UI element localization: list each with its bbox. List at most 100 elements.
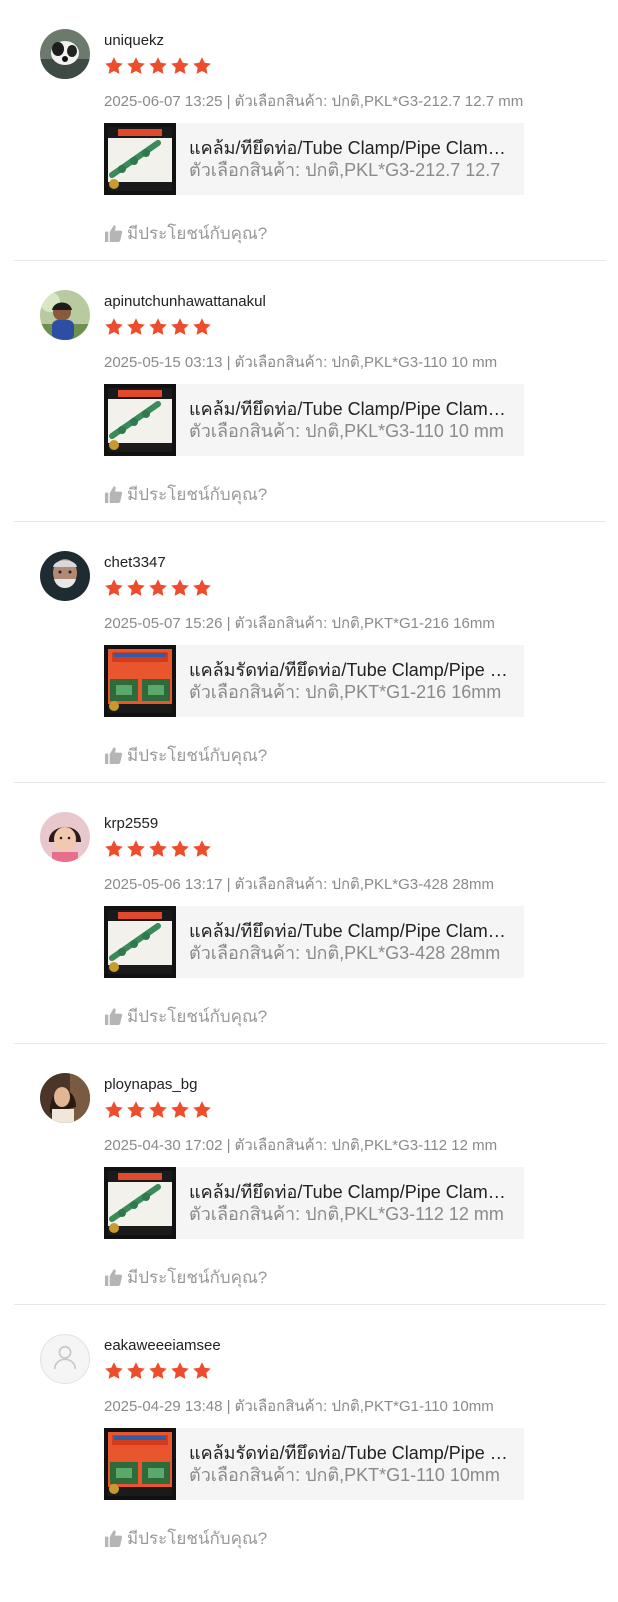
helpful-label: มีประโยชน์กับคุณ?	[127, 485, 268, 504]
reviewer-username[interactable]: chet3347	[104, 554, 166, 571]
star-icon	[104, 317, 124, 337]
rating-stars	[104, 839, 212, 859]
avatar[interactable]	[40, 1334, 90, 1384]
thumbs-up-icon	[104, 485, 123, 504]
helpful-button[interactable]: มีประโยชน์กับคุณ?	[104, 220, 267, 247]
review-item: chet3347 2025-05-07 15:26 | ตัวเลือกสินค…	[0, 522, 618, 783]
reviewer-username[interactable]: eakaweeeiamsee	[104, 1337, 221, 1354]
rating-stars	[104, 1361, 212, 1381]
review-meta: 2025-04-30 17:02 | ตัวเลือกสินค้า: ปกติ,…	[104, 1137, 498, 1154]
product-title: แคล้มรัดท่อ/ทียึดท่อ/Tube Clamp/Pipe …	[189, 1443, 508, 1463]
helpful-label: มีประโยชน์กับคุณ?	[127, 1007, 268, 1026]
star-icon	[148, 578, 168, 598]
helpful-button[interactable]: มีประโยชน์กับคุณ?	[104, 1003, 267, 1030]
star-icon	[148, 1100, 168, 1120]
helpful-button[interactable]: มีประโยชน์กับคุณ?	[104, 481, 267, 508]
thumbs-up-icon	[104, 1529, 123, 1548]
user-icon	[51, 1343, 79, 1376]
star-icon	[192, 317, 212, 337]
star-icon	[126, 56, 146, 76]
rating-stars	[104, 1100, 212, 1120]
avatar[interactable]	[40, 551, 90, 601]
product-variant: ตัวเลือกสินค้า: ปกติ,PKL*G3-428 28mm	[189, 943, 501, 963]
product-card[interactable]: แคล้มรัดท่อ/ทียึดท่อ/Tube Clamp/Pipe … ต…	[104, 645, 524, 717]
star-icon	[170, 578, 190, 598]
product-thumbnail[interactable]	[104, 1167, 176, 1239]
product-thumbnail[interactable]	[104, 384, 176, 456]
helpful-button[interactable]: มีประโยชน์กับคุณ?	[104, 1525, 267, 1552]
review-meta: 2025-06-07 13:25 | ตัวเลือกสินค้า: ปกติ,…	[104, 93, 524, 110]
rating-stars	[104, 317, 212, 337]
product-variant: ตัวเลือกสินค้า: ปกติ,PKT*G1-216 16mm	[189, 682, 502, 702]
star-icon	[192, 839, 212, 859]
product-thumbnail[interactable]	[104, 1428, 176, 1500]
star-icon	[192, 56, 212, 76]
helpful-label: มีประโยชน์กับคุณ?	[127, 746, 268, 765]
helpful-button[interactable]: มีประโยชน์กับคุณ?	[104, 1264, 267, 1291]
thumbs-up-icon	[104, 1007, 123, 1026]
product-card[interactable]: แคล้ม/ทียึดท่อ/Tube Clamp/Pipe Clam… ตัว…	[104, 1167, 524, 1239]
star-icon	[126, 839, 146, 859]
avatar[interactable]	[40, 812, 90, 862]
rating-stars	[104, 578, 212, 598]
review-item: uniquekz 2025-06-07 13:25 | ตัวเลือกสินค…	[0, 0, 618, 261]
star-icon	[104, 578, 124, 598]
reviewer-username[interactable]: apinutchunhawattanakul	[104, 293, 266, 310]
star-icon	[170, 1100, 190, 1120]
review-item: apinutchunhawattanakul 2025-05-15 03:13 …	[0, 261, 618, 522]
star-icon	[170, 56, 190, 76]
review-meta: 2025-05-15 03:13 | ตัวเลือกสินค้า: ปกติ,…	[104, 354, 498, 371]
helpful-button[interactable]: มีประโยชน์กับคุณ?	[104, 742, 267, 769]
thumbs-up-icon	[104, 746, 123, 765]
product-card[interactable]: แคล้ม/ทียึดท่อ/Tube Clamp/Pipe Clam… ตัว…	[104, 906, 524, 978]
star-icon	[148, 317, 168, 337]
rating-stars	[104, 56, 212, 76]
star-icon	[170, 1361, 190, 1381]
product-thumbnail[interactable]	[104, 645, 176, 717]
product-title: แคล้ม/ทียึดท่อ/Tube Clamp/Pipe Clam…	[189, 921, 506, 941]
product-title: แคล้ม/ทียึดท่อ/Tube Clamp/Pipe Clam…	[189, 138, 506, 158]
product-card[interactable]: แคล้ม/ทียึดท่อ/Tube Clamp/Pipe Clam… ตัว…	[104, 123, 524, 195]
helpful-label: มีประโยชน์กับคุณ?	[127, 224, 268, 243]
product-title: แคล้ม/ทียึดท่อ/Tube Clamp/Pipe Clam…	[189, 399, 506, 419]
helpful-label: มีประโยชน์กับคุณ?	[127, 1268, 268, 1287]
star-icon	[148, 839, 168, 859]
review-item: ploynapas_bg 2025-04-30 17:02 | ตัวเลือก…	[0, 1044, 618, 1305]
review-meta: 2025-05-07 15:26 | ตัวเลือกสินค้า: ปกติ,…	[104, 615, 495, 632]
product-card[interactable]: แคล้ม/ทียึดท่อ/Tube Clamp/Pipe Clam… ตัว…	[104, 384, 524, 456]
star-icon	[104, 1100, 124, 1120]
review-meta: 2025-04-29 13:48 | ตัวเลือกสินค้า: ปกติ,…	[104, 1398, 494, 1415]
star-icon	[192, 578, 212, 598]
avatar[interactable]	[40, 1073, 90, 1123]
star-icon	[192, 1100, 212, 1120]
avatar[interactable]	[40, 290, 90, 340]
product-variant: ตัวเลือกสินค้า: ปกติ,PKL*G3-212.7 12.7	[189, 160, 501, 180]
product-variant: ตัวเลือกสินค้า: ปกติ,PKL*G3-112 12 mm	[189, 1204, 504, 1224]
product-card[interactable]: แคล้มรัดท่อ/ทียึดท่อ/Tube Clamp/Pipe … ต…	[104, 1428, 524, 1500]
product-variant: ตัวเลือกสินค้า: ปกติ,PKT*G1-110 10mm	[189, 1465, 500, 1485]
reviewer-username[interactable]: ploynapas_bg	[104, 1076, 197, 1093]
star-icon	[148, 56, 168, 76]
star-icon	[126, 317, 146, 337]
helpful-label: มีประโยชน์กับคุณ?	[127, 1529, 268, 1548]
star-icon	[126, 1361, 146, 1381]
product-title: แคล้ม/ทียึดท่อ/Tube Clamp/Pipe Clam…	[189, 1182, 506, 1202]
star-icon	[104, 839, 124, 859]
star-icon	[148, 1361, 168, 1381]
star-icon	[170, 839, 190, 859]
avatar[interactable]	[40, 29, 90, 79]
review-item: eakaweeeiamsee 2025-04-29 13:48 | ตัวเลื…	[0, 1305, 618, 1566]
product-variant: ตัวเลือกสินค้า: ปกติ,PKL*G3-110 10 mm	[189, 421, 504, 441]
product-thumbnail[interactable]	[104, 906, 176, 978]
reviewer-username[interactable]: uniquekz	[104, 32, 164, 49]
reviewer-username[interactable]: krp2559	[104, 815, 158, 832]
star-icon	[192, 1361, 212, 1381]
star-icon	[126, 1100, 146, 1120]
review-list: uniquekz 2025-06-07 13:25 | ตัวเลือกสินค…	[0, 0, 618, 1566]
review-item: krp2559 2025-05-06 13:17 | ตัวเลือกสินค้…	[0, 783, 618, 1044]
star-icon	[104, 1361, 124, 1381]
star-icon	[104, 56, 124, 76]
star-icon	[126, 578, 146, 598]
thumbs-up-icon	[104, 1268, 123, 1287]
product-thumbnail[interactable]	[104, 123, 176, 195]
